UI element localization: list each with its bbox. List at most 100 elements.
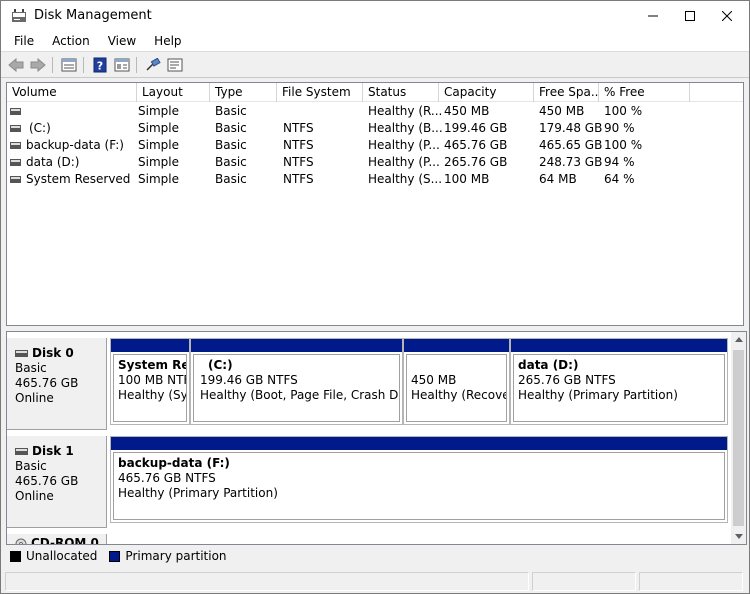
menu-file[interactable]: File xyxy=(9,31,39,51)
disk-row-cdrom[interactable]: CD-ROM 0 xyxy=(7,534,731,545)
disk-icon xyxy=(15,350,28,357)
help-icon: ? xyxy=(93,57,107,73)
cell-type: Basic xyxy=(215,104,247,118)
status-bar xyxy=(1,569,749,593)
menu-action[interactable]: Action xyxy=(47,31,95,51)
forward-button[interactable] xyxy=(28,56,48,74)
partition-bar xyxy=(511,339,727,352)
status-segment xyxy=(5,572,529,591)
properties-icon xyxy=(114,58,130,72)
partition-title: System Res xyxy=(118,358,186,372)
maximize-icon xyxy=(685,11,695,21)
cell-status: Healthy (P... xyxy=(368,138,440,152)
column-header-free-space[interactable]: Free Spa... xyxy=(534,83,599,102)
cell-layout: Simple xyxy=(138,121,179,135)
table-row[interactable]: backup-data (F:) Simple Basic NTFS Healt… xyxy=(7,137,743,154)
disk-management-window: Disk Management File Action View Help ? xyxy=(0,0,750,594)
window-title: Disk Management xyxy=(34,8,152,23)
partition-c[interactable]: (C:) 199.46 GB NTFS Healthy (Boot, Page … xyxy=(190,338,403,425)
cell-file-system: NTFS xyxy=(283,155,314,169)
partition-d[interactable]: data (D:) 265.76 GB NTFS Healthy (Primar… xyxy=(510,338,728,425)
disk-1-partitions: backup-data (F:) 465.76 GB NTFS Healthy … xyxy=(110,436,731,528)
connect-button[interactable] xyxy=(143,56,163,74)
cell-free-space: 450 MB xyxy=(539,104,585,118)
partition-title: (C:) xyxy=(208,358,233,372)
cell-type: Basic xyxy=(215,138,247,152)
table-row[interactable]: System Reserved Simple Basic NTFS Health… xyxy=(7,171,743,188)
cell-file-system: NTFS xyxy=(283,172,314,186)
table-row[interactable]: Simple Basic Healthy (R... 450 MB 450 MB… xyxy=(7,103,743,120)
maximize-button[interactable] xyxy=(670,1,710,31)
properties-button[interactable] xyxy=(112,56,132,74)
menu-help[interactable]: Help xyxy=(149,31,186,51)
disk-info-cdrom[interactable]: CD-ROM 0 xyxy=(7,534,107,545)
partition-title: backup-data (F:) xyxy=(118,456,230,470)
disk-list-icon xyxy=(61,58,77,72)
column-header-capacity[interactable]: Capacity xyxy=(439,83,534,102)
disk-info-0[interactable]: Disk 0 Basic 465.76 GB Online xyxy=(7,338,107,430)
cell-capacity: 450 MB xyxy=(444,104,490,118)
status-segment xyxy=(532,572,636,591)
cell-file-system: NTFS xyxy=(283,121,314,135)
column-header-type[interactable]: Type xyxy=(210,83,277,102)
cell-free-space: 179.48 GB xyxy=(539,121,603,135)
partition-system-reserved[interactable]: System Res 100 MB NTF Healthy (Sys xyxy=(110,338,190,425)
forward-arrow-icon xyxy=(30,58,46,72)
disk-row-1[interactable]: Disk 1 Basic 465.76 GB Online backup-dat… xyxy=(7,436,731,528)
drive-icon xyxy=(10,108,21,115)
toolbar-separator xyxy=(52,57,53,73)
menu-view[interactable]: View xyxy=(103,31,141,51)
disk-info-1[interactable]: Disk 1 Basic 465.76 GB Online xyxy=(7,436,107,528)
cell-percent-free: 64 % xyxy=(604,172,635,186)
table-row[interactable]: data (D:) Simple Basic NTFS Healthy (P..… xyxy=(7,154,743,171)
minimize-icon xyxy=(648,15,658,17)
cell-percent-free: 100 % xyxy=(604,104,643,118)
console-icon xyxy=(167,58,183,72)
cell-capacity: 265.76 GB xyxy=(444,155,508,169)
console-button[interactable] xyxy=(165,56,185,74)
table-row[interactable]: (C:) Simple Basic NTFS Healthy (B... 199… xyxy=(7,120,743,137)
partition-body: data (D:) 265.76 GB NTFS Healthy (Primar… xyxy=(513,354,725,422)
partition-status: Healthy (Primary Partition) xyxy=(118,486,278,500)
disk-view-scrollbar[interactable] xyxy=(731,332,746,544)
cell-free-space: 248.73 GB xyxy=(539,155,603,169)
partition-recovery[interactable]: 450 MB Healthy (Recover xyxy=(403,338,510,425)
disk-list-button[interactable] xyxy=(59,56,79,74)
disk-label: CD-ROM 0 xyxy=(15,536,106,545)
column-header-layout[interactable]: Layout xyxy=(137,83,210,102)
back-button[interactable] xyxy=(6,56,26,74)
close-button[interactable] xyxy=(707,1,747,31)
scroll-up-button[interactable] xyxy=(731,332,746,347)
cell-capacity: 100 MB xyxy=(444,172,490,186)
toolbar: ? xyxy=(1,51,749,78)
cell-layout: Simple xyxy=(138,172,179,186)
scroll-down-button[interactable] xyxy=(731,529,746,544)
volume-list-header: Volume Layout Type File System Status Ca… xyxy=(7,83,743,102)
minimize-button[interactable] xyxy=(633,1,673,31)
scroll-thumb[interactable] xyxy=(733,350,744,526)
disk-row-0[interactable]: Disk 0 Basic 465.76 GB Online System Res… xyxy=(7,338,731,430)
cell-layout: Simple xyxy=(138,155,179,169)
back-arrow-icon xyxy=(8,58,24,72)
partition-f[interactable]: backup-data (F:) 465.76 GB NTFS Healthy … xyxy=(110,436,728,523)
column-header-volume[interactable]: Volume xyxy=(7,83,137,102)
partition-size: 465.76 GB NTFS xyxy=(118,471,216,485)
column-header-percent-free[interactable]: % Free xyxy=(599,83,690,102)
cell-status: Healthy (B... xyxy=(368,121,443,135)
volume-list[interactable]: Volume Layout Type File System Status Ca… xyxy=(6,82,744,326)
column-header-status[interactable]: Status xyxy=(363,83,439,102)
partition-size: 100 MB NTF xyxy=(118,373,187,387)
legend-label-unallocated: Unallocated xyxy=(26,549,98,563)
disk-type: Basic xyxy=(15,459,47,473)
disk-0-partitions: System Res 100 MB NTF Healthy (Sys (C:) … xyxy=(110,338,731,430)
legend: Unallocated Primary partition xyxy=(6,545,747,567)
cell-status: Healthy (P... xyxy=(368,155,440,169)
cell-capacity: 465.76 GB xyxy=(444,138,508,152)
cd-rom-icon xyxy=(15,538,27,544)
column-header-file-system[interactable]: File System xyxy=(277,83,363,102)
disk-name: CD-ROM 0 xyxy=(31,536,99,545)
disk-size: 465.76 GB xyxy=(15,376,79,390)
cell-volume: System Reserved xyxy=(26,172,131,186)
help-button[interactable]: ? xyxy=(90,56,110,74)
disk-icon xyxy=(15,448,28,455)
